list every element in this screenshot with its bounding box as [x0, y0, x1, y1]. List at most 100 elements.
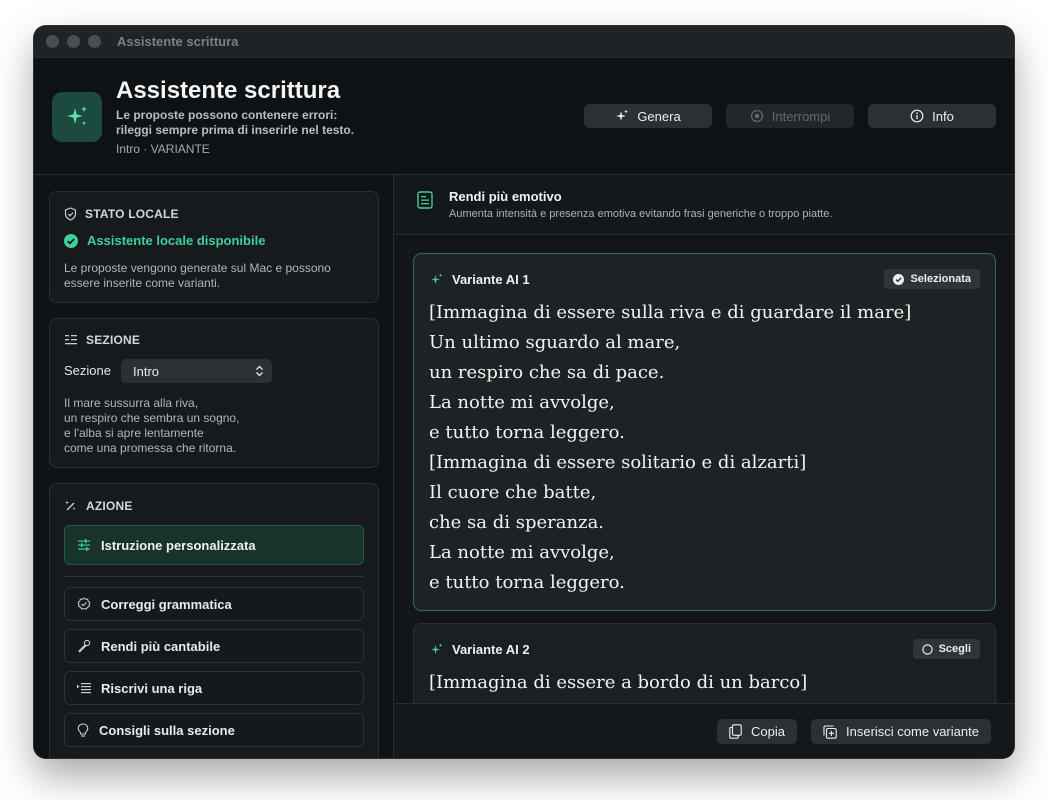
copy-label: Copia: [751, 724, 785, 739]
status-ok: Assistente locale disponibile: [64, 233, 265, 248]
lightbulb-icon: [77, 722, 89, 737]
variant-lyrics: [Immagina di essere sulla riva e di guar…: [429, 298, 911, 598]
sparkles-icon: [431, 273, 443, 284]
lyric-line: un respiro che sa di pace.: [429, 362, 665, 383]
shield-check-icon: [64, 207, 77, 221]
lyric-line: La notte mi avvolge,: [429, 542, 615, 563]
variant-card-1[interactable]: Variante AI 1 Selezionata [Immagina di e…: [413, 253, 996, 611]
breadcrumb: Intro · VARIANTE: [116, 142, 210, 156]
variant-header: Variante AI 2: [430, 642, 530, 657]
main-panel: Rendi più emotivo Aumenta intensità e pr…: [395, 175, 1014, 758]
mode-description: Aumenta intensità e presenza emotiva evi…: [449, 208, 833, 220]
sliders-icon: [78, 539, 90, 551]
rewrite-line-button[interactable]: Riscrivi una riga: [64, 671, 364, 705]
list-indent-icon: [77, 683, 91, 694]
action-card-header: AZIONE: [64, 499, 133, 513]
section-card-header: SEZIONE: [64, 333, 140, 347]
chevron-up-down-icon: [256, 365, 263, 377]
sparkles-icon: [616, 109, 629, 121]
app-header: Assistente scrittura Le proposte possono…: [34, 58, 1014, 175]
selected-badge-label: Selezionata: [910, 273, 971, 285]
action-title: AZIONE: [86, 499, 133, 513]
status-title: STATO LOCALE: [85, 207, 179, 221]
status-card: STATO LOCALE Assistente locale disponibi…: [49, 191, 379, 303]
footer-bar: Copia Inserisci come variante: [395, 703, 1014, 758]
lyric-line: e tutto torna leggero.: [429, 422, 625, 443]
mode-header: Rendi più emotivo Aumenta intensità e pr…: [395, 175, 1014, 235]
lyric-line: Un ultimo sguardo al mare,: [429, 332, 681, 353]
stop-circle-icon: [750, 109, 763, 123]
variant-title: Variante AI 1: [452, 272, 530, 287]
variant-header: Variante AI 1: [430, 272, 530, 287]
lyric-line: Il cuore che batte,: [429, 482, 597, 503]
generate-label: Genera: [637, 108, 681, 124]
lyric-line: che sa di speranza.: [429, 512, 605, 533]
close-window-button[interactable]: [46, 35, 59, 48]
section-select[interactable]: Intro: [121, 359, 272, 383]
section-label: Sezione: [64, 363, 111, 378]
custom-instruction-label: Istruzione personalizzata: [101, 537, 256, 553]
copy-icon: [729, 724, 742, 739]
sparkles-icon: [52, 92, 102, 142]
info-button[interactable]: Info: [868, 104, 996, 128]
status-ok-text: Assistente locale disponibile: [87, 233, 266, 248]
info-label: Info: [932, 108, 954, 124]
variant-title: Variante AI 2: [452, 642, 530, 657]
section-tips-button[interactable]: Consigli sulla sezione: [64, 713, 364, 747]
lyric-line: [Immagina di essere a bordo di un barco]: [429, 672, 808, 693]
document-text-icon: [417, 191, 433, 209]
window-title: Assistente scrittura: [117, 34, 239, 49]
section-card: SEZIONE Sezione Intro Il mare sussurra a…: [49, 318, 379, 468]
lyric-line: e tutto torna leggero.: [429, 572, 625, 593]
more-singable-label: Rendi più cantabile: [101, 638, 221, 654]
lyric-line: La notte mi avvolge,: [429, 392, 615, 413]
copy-button[interactable]: Copia: [717, 719, 797, 744]
rewrite-line-label: Riscrivi una riga: [101, 680, 203, 696]
section-preview-line: come una promessa che ritorna.: [64, 441, 237, 455]
selected-badge[interactable]: Selezionata: [884, 269, 980, 289]
stop-label: Interrompi: [771, 108, 831, 124]
section-tips-label: Consigli sulla sezione: [99, 722, 235, 738]
section-title: SEZIONE: [86, 333, 141, 347]
status-card-header: STATO LOCALE: [64, 207, 179, 221]
page-title: Assistente scrittura: [116, 77, 341, 104]
fix-grammar-label: Correggi grammatica: [101, 596, 232, 612]
lyric-line: [Immagina di essere solitario e di alzar…: [429, 452, 807, 473]
custom-instruction-button[interactable]: Istruzione personalizzata: [64, 525, 364, 565]
insert-variant-button[interactable]: Inserisci come variante: [811, 719, 991, 744]
add-copy-icon: [823, 724, 837, 739]
mode-title: Rendi più emotivo: [449, 189, 562, 204]
radio-empty-icon: [921, 643, 933, 655]
fix-grammar-button[interactable]: Correggi grammatica: [64, 587, 364, 621]
section-preview-line: e l'alba si apre lentamente: [64, 426, 204, 440]
sidebar: STATO LOCALE Assistente locale disponibi…: [34, 175, 394, 758]
stop-button[interactable]: Interrompi: [726, 104, 854, 128]
check-badge-icon: [77, 597, 91, 610]
info-icon: [910, 109, 924, 123]
section-preview-line: Il mare sussurra alla riva,: [64, 396, 199, 410]
title-bar: Assistente scrittura: [34, 26, 1014, 58]
lyric-line: [Immagina di essere sulla riva e di guar…: [429, 302, 912, 323]
magic-wand-icon: [65, 500, 76, 511]
divider: [64, 576, 364, 577]
minimize-window-button[interactable]: [67, 35, 80, 48]
window-controls: [46, 35, 101, 48]
text-lines-icon: [65, 335, 77, 345]
section-select-value: Intro: [133, 363, 160, 379]
microphone-icon: [78, 639, 91, 653]
choose-button[interactable]: Scegli: [912, 639, 980, 659]
more-singable-button[interactable]: Rendi più cantabile: [64, 629, 364, 663]
page-subtitle: Le proposte possono contenere errori: ri…: [116, 108, 355, 137]
section-preview: Il mare sussurra alla riva, un respiro c…: [64, 396, 364, 456]
choose-button-label: Scegli: [938, 643, 971, 655]
zoom-window-button[interactable]: [88, 35, 101, 48]
check-circle-icon: [893, 273, 905, 285]
action-card: AZIONE Istruzione personalizzata Corregg…: [49, 483, 379, 758]
app-window: Assistente scrittura Assistente scrittur…: [34, 26, 1014, 758]
generate-button[interactable]: Genera: [584, 104, 712, 128]
insert-variant-label: Inserisci come variante: [846, 724, 979, 739]
check-circle-icon: [64, 233, 78, 248]
sparkles-icon: [431, 643, 443, 654]
variant-lyrics: [Immagina di essere a bordo di un barco]: [429, 668, 807, 698]
section-preview-line: un respiro che sembra un sogno,: [64, 411, 240, 425]
